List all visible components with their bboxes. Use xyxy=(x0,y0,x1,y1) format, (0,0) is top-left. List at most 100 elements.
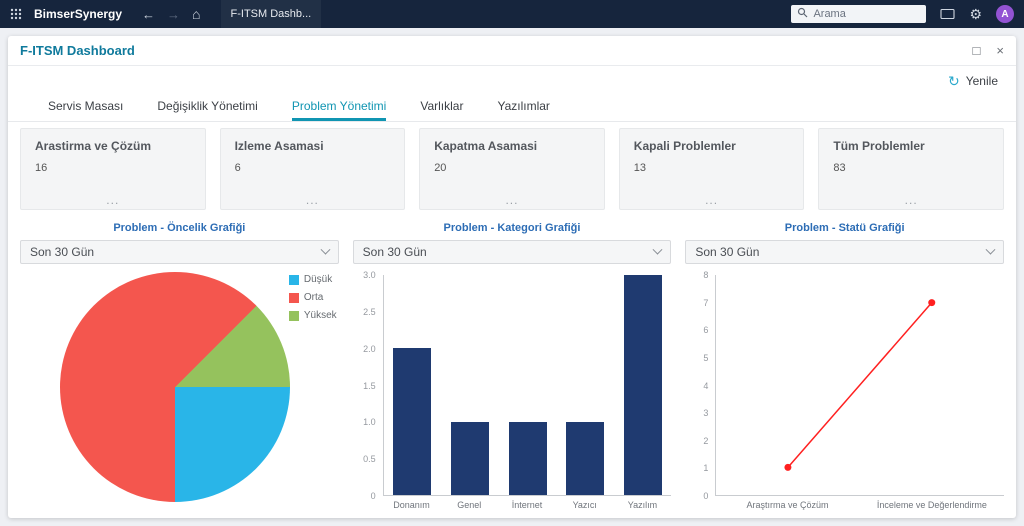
card-value: 20 xyxy=(434,162,447,174)
bar-chart-title: Problem - Kategori Grafiği xyxy=(443,222,581,234)
home-icon[interactable]: ⌂ xyxy=(192,7,200,21)
pie-date-filter-dropdown[interactable]: Son 30 Gün xyxy=(20,240,339,264)
page-title: F-ITSM Dashboard xyxy=(20,43,135,58)
legend-swatch xyxy=(288,310,299,321)
line-chart: 8 7 6 5 4 3 2 1 0 Araştırma ve Çözüm İnceleme ve… xyxy=(685,270,1005,512)
bar xyxy=(393,348,432,495)
y-axis-tick-label: 2.0 xyxy=(363,343,376,354)
refresh-icon: ↻ xyxy=(948,73,960,89)
window-mode-icon[interactable] xyxy=(940,8,955,20)
bar-slot xyxy=(614,275,672,495)
window-controls: □ × xyxy=(973,44,1004,57)
legend-item-yuksek[interactable]: Yüksek xyxy=(288,310,337,321)
open-document-tab[interactable]: F-ITSM Dashb... xyxy=(220,0,322,28)
bar-plot-row: 3.0 2.5 2.0 1.5 1.0 0.5 0 xyxy=(353,270,672,501)
line-chart-title: Problem - Statü Grafiği xyxy=(784,222,905,234)
bar-plot-area[interactable] xyxy=(382,275,672,496)
tab-servis-masasi[interactable]: Servis Masası xyxy=(48,99,123,121)
bar xyxy=(566,421,605,495)
x-label-genel: Genel xyxy=(457,500,482,510)
legend-label: Düşük xyxy=(303,274,333,285)
card-more-link[interactable]: ... xyxy=(35,194,191,206)
bar xyxy=(450,421,489,495)
card-value: 6 xyxy=(234,162,241,174)
legend-label: Orta xyxy=(303,292,324,303)
back-icon[interactable]: ← xyxy=(142,8,155,21)
bar-x-labels: Donanım Genel İnternet Yazıcı Yazılım xyxy=(383,496,672,512)
legend-item-orta[interactable]: Orta xyxy=(288,292,337,303)
chevron-down-icon xyxy=(652,244,663,255)
y-axis-tick-label: 3 xyxy=(703,408,709,419)
legend-swatch xyxy=(288,274,299,285)
bar-slot xyxy=(441,275,499,495)
topbar-right: ⚙ A xyxy=(791,5,1014,23)
stat-card-kapali-problemler[interactable]: Kapali Problemler 13 ... xyxy=(618,128,805,210)
bar-filter-value: Son 30 Gün xyxy=(362,245,427,259)
y-axis-tick-label: 1 xyxy=(703,463,709,474)
maximize-icon[interactable]: □ xyxy=(973,44,981,57)
y-axis-tick-label: 0.5 xyxy=(363,454,376,465)
card-more-link[interactable]: ... xyxy=(235,194,391,206)
bar-slot xyxy=(499,275,557,495)
chevron-down-icon xyxy=(985,244,996,255)
bar xyxy=(508,421,547,495)
pie-chart[interactable] xyxy=(60,272,290,502)
line-date-filter-dropdown[interactable]: Son 30 Gün xyxy=(685,240,1005,264)
stat-card-kapatma-asamasi[interactable]: Kapatma Asamasi 20 ... xyxy=(419,128,605,210)
x-label-internet: İnternet xyxy=(511,500,543,510)
bar-date-filter-dropdown[interactable]: Son 30 Gün xyxy=(352,240,672,264)
brand-logo: BimserSynergy xyxy=(34,7,123,21)
line-series xyxy=(784,299,936,471)
close-icon[interactable]: × xyxy=(996,44,1004,57)
tab-varliklar[interactable]: Varlıklar xyxy=(420,99,463,121)
tab-yazilimlar[interactable]: Yazılımlar xyxy=(497,99,549,121)
tab-degisiklik-yonetimi[interactable]: Değişiklik Yönetimi xyxy=(157,99,257,121)
y-axis-tick-label: 2.5 xyxy=(363,306,376,317)
charts-row: Problem - Öncelik Grafiği Son 30 Gün Düş… xyxy=(8,218,1016,518)
search-box[interactable] xyxy=(791,5,927,23)
stat-card-tum-problemler[interactable]: Tüm Problemler 83 ... xyxy=(818,128,1004,210)
topbar: BimserSynergy ← → ⌂ F-ITSM Dashb... ⚙ A xyxy=(0,0,1024,28)
stat-card-izleme-asamasi[interactable]: Izleme Asamasi 6 ... xyxy=(219,128,406,210)
y-axis-tick-label: 8 xyxy=(703,270,709,280)
tab-bar: Servis Masası Değişiklik Yönetimi Proble… xyxy=(8,96,1016,122)
pie-chart-area: Düşük Orta Yüksek xyxy=(20,270,339,512)
y-axis-tick-label: 5 xyxy=(703,352,709,363)
pie-chart-section: Problem - Öncelik Grafiği Son 30 Gün Düş… xyxy=(20,220,339,512)
card-title: Tüm Problemler xyxy=(833,139,925,153)
card-more-link[interactable]: ... xyxy=(833,194,989,206)
legend-item-dusuk[interactable]: Düşük xyxy=(288,274,337,285)
bar-chart: 3.0 2.5 2.0 1.5 1.0 0.5 0 Donanım Genel İntern… xyxy=(353,270,672,512)
card-more-link[interactable]: ... xyxy=(434,194,590,206)
window-body: ↻ Yenile Servis Masası Değişiklik Yöneti… xyxy=(8,66,1016,518)
card-more-link[interactable]: ... xyxy=(634,194,790,206)
search-input[interactable] xyxy=(813,8,921,20)
gear-icon[interactable]: ⚙ xyxy=(969,7,982,21)
bar-y-axis: 3.0 2.5 2.0 1.5 1.0 0.5 0 xyxy=(353,270,383,501)
card-value: 83 xyxy=(833,162,846,174)
card-title: Kapali Problemler xyxy=(633,139,736,153)
legend-label: Yüksek xyxy=(303,310,337,321)
y-axis-tick-label: 0 xyxy=(703,491,709,501)
bar-slot xyxy=(384,275,442,495)
refresh-label: Yenile xyxy=(965,74,998,88)
waffle-menu-icon[interactable] xyxy=(10,8,22,20)
x-label-donanim: Donanım xyxy=(393,500,430,510)
card-title: Kapatma Asamasi xyxy=(434,139,538,153)
bar-chart-section: Problem - Kategori Grafiği Son 30 Gün 3.… xyxy=(352,220,672,512)
pie-filter-value: Son 30 Gün xyxy=(30,245,95,259)
y-axis-tick-label: 3.0 xyxy=(363,270,376,280)
card-title: Arastirma ve Çözüm xyxy=(35,139,152,153)
line-plot-area[interactable] xyxy=(715,275,1005,496)
tab-problem-yonetimi[interactable]: Problem Yönetimi xyxy=(291,99,387,121)
line-filter-value: Son 30 Gün xyxy=(695,245,760,259)
card-value: 16 xyxy=(35,162,48,174)
avatar[interactable]: A xyxy=(996,5,1014,23)
y-axis-tick-label: 4 xyxy=(703,380,709,391)
legend-swatch xyxy=(288,292,299,303)
line-chart-section: Problem - Statü Grafiği Son 30 Gün 8 7 6 5 4… xyxy=(685,220,1005,512)
forward-icon[interactable]: → xyxy=(167,8,180,21)
card-value: 13 xyxy=(633,162,647,174)
stat-card-arastirma-ve-cozum[interactable]: Arastirma ve Çözüm 16 ... xyxy=(20,128,206,210)
refresh-button[interactable]: ↻ Yenile xyxy=(948,74,998,88)
